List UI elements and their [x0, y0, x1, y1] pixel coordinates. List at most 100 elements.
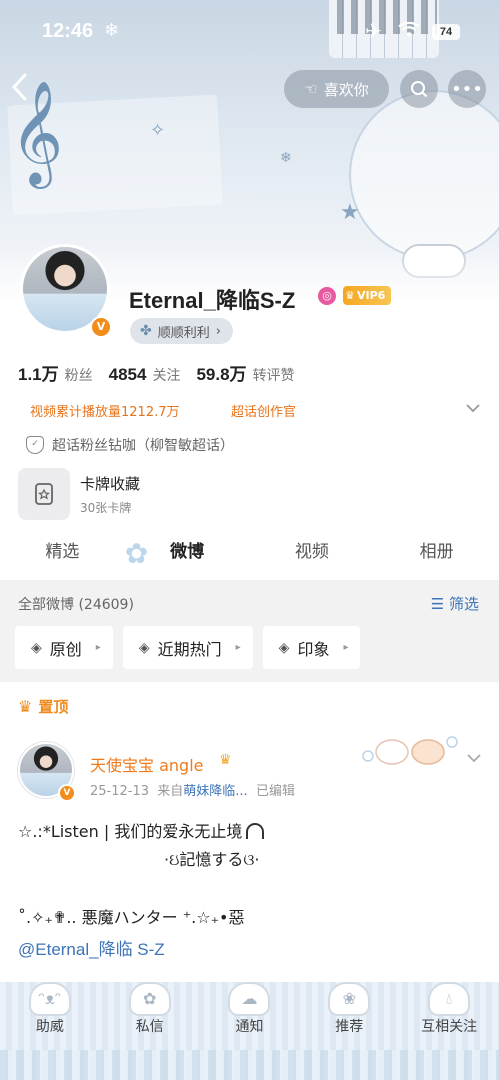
- verified-badge-icon: V: [90, 316, 112, 338]
- vip-badge[interactable]: VIP6: [343, 286, 391, 305]
- star-icon: ✧: [150, 120, 166, 141]
- more-dots-icon: •••: [451, 78, 483, 100]
- cheer-label: 助威: [35, 1019, 64, 1035]
- hand-icon: ☜: [304, 80, 318, 98]
- like-you-label: 喜欢你: [323, 80, 369, 99]
- star-icon: ★: [340, 200, 360, 225]
- cat-face-icon: ᵔᴥᵔ: [28, 982, 71, 1016]
- more-button[interactable]: •••: [448, 70, 486, 108]
- snowflake-icon: ❄: [104, 20, 120, 41]
- pinned-text: 置顶: [38, 698, 69, 716]
- post-author-avatar[interactable]: V: [18, 742, 76, 802]
- tab-album[interactable]: 相册: [374, 530, 499, 578]
- tab-label: 精选: [45, 542, 80, 562]
- video-plays-label[interactable]: 视频累计播放量1212.7万: [30, 401, 180, 420]
- chevron-down-icon: [466, 404, 480, 413]
- search-icon: [411, 81, 428, 98]
- post-author-name[interactable]: 天使宝宝 angle: [90, 752, 203, 776]
- post-date: 25-12-13: [90, 784, 150, 799]
- supertopic-fan-label: 超话粉丝钻咖（柳智敏超话）: [52, 438, 234, 454]
- status-time: 12:46: [42, 20, 94, 42]
- card-collection-title[interactable]: 卡牌收藏: [80, 473, 140, 494]
- chip-recent-hot[interactable]: ◈ 近期热门 ▸: [122, 626, 253, 669]
- notify-button[interactable]: ☁ 通知: [200, 982, 300, 1052]
- crown-icon: ♛: [18, 697, 33, 716]
- stat-interactions[interactable]: 59.8万 转评赞: [196, 360, 294, 385]
- recommend-button[interactable]: ❀ 推荐: [299, 982, 399, 1052]
- profile-username: Eternal_降临S-Z: [129, 288, 296, 313]
- wifi-icon: [398, 22, 420, 37]
- layers-icon: ◈: [278, 639, 290, 656]
- post-source-prefix: 来自: [157, 784, 184, 799]
- feed-list: ♛ 置顶 V 天使宝宝 angle ♛ 25-12-13 来自萌妹降临... 已…: [0, 682, 499, 982]
- stat-value: 4854: [108, 365, 147, 384]
- stat-followers[interactable]: 1.1万 粉丝: [18, 360, 93, 385]
- battery-indicator: 74: [432, 24, 460, 40]
- filter-chips: ◈ 原创 ▸ ◈ 近期热门 ▸ ◈ 印象 ▸: [15, 626, 361, 669]
- stat-value: 59.8万: [196, 365, 247, 384]
- tab-featured[interactable]: 精选: [0, 530, 125, 578]
- tab-label: 相册: [419, 542, 454, 562]
- user-badge-icon[interactable]: ◎: [318, 287, 336, 305]
- filter-icon: ☰: [430, 595, 445, 613]
- shield-icon: ✓: [26, 436, 44, 454]
- chip-impression[interactable]: ◈ 印象 ▸: [262, 626, 361, 669]
- caret-right-icon: ▸: [235, 642, 241, 653]
- caret-right-icon: ▸: [343, 642, 349, 653]
- status-pill-label: 顺顺利利: [157, 325, 210, 341]
- card-icon: [35, 483, 53, 505]
- post-mention-link[interactable]: @Eternal_降临 S-Z: [18, 935, 165, 960]
- chip-original[interactable]: ◈ 原创 ▸: [15, 626, 113, 669]
- tab-label: 微博: [170, 542, 205, 562]
- caret-right-icon: ▸: [95, 642, 101, 653]
- status-pill[interactable]: ✤ 顺顺利利 ›: [130, 318, 233, 344]
- post-count-label: 全部微博 (24609): [18, 597, 134, 613]
- pinned-label: ♛ 置顶: [18, 696, 68, 717]
- author-badge-icon: ♛: [219, 752, 232, 768]
- message-button[interactable]: ✿ 私信: [100, 982, 200, 1052]
- cloud-icon: ☁: [228, 982, 271, 1016]
- expand-info-button[interactable]: [465, 398, 481, 417]
- drop-icon: 💧︎: [428, 982, 471, 1016]
- post-source[interactable]: 萌妹降临...: [183, 784, 247, 799]
- profile-tabs: 精选 微博 视频 相册: [0, 530, 499, 578]
- stat-following[interactable]: 4854 关注: [109, 365, 181, 385]
- card-collection-icon[interactable]: [18, 468, 70, 520]
- post-options-button[interactable]: [466, 748, 482, 767]
- profile-avatar[interactable]: V: [20, 244, 112, 338]
- star-icon: ❄: [280, 150, 292, 166]
- status-bar: 12:46 ❄ ✈ 74: [0, 0, 499, 60]
- feed-filter-area: 全部微博 (24609) ☰ 筛选 ◈ 原创 ▸ ◈ 近期热门 ▸ ◈ 印象 ▸: [0, 580, 499, 682]
- post-text-line: ☆.:*Listen | 我们的爱永无止境: [18, 818, 265, 842]
- headphones-icon: [246, 823, 265, 839]
- like-you-button[interactable]: ☜ 喜欢你: [284, 70, 389, 108]
- tab-label: 视频: [294, 542, 329, 562]
- paw-icon: ❀: [328, 982, 371, 1016]
- chevron-left-icon: [11, 73, 27, 101]
- post-edited-label: 已编辑: [255, 784, 295, 799]
- chevron-down-icon: [467, 754, 481, 763]
- cheer-button[interactable]: ᵔᴥᵔ 助威: [0, 982, 100, 1052]
- profile-stats: 1.1万 粉丝 4854 关注 59.8万 转评赞: [18, 360, 295, 385]
- card-collection-count: 30张卡牌: [80, 501, 132, 515]
- tab-weibo[interactable]: 微博: [125, 530, 250, 578]
- notify-label: 通知: [235, 1019, 264, 1035]
- post-text-line: ·ઇ記憶するଓ·: [164, 850, 260, 869]
- mutual-follow-button[interactable]: 💧︎ 互相关注: [399, 982, 499, 1052]
- tab-video[interactable]: 视频: [250, 530, 375, 578]
- recommend-label: 推荐: [335, 1019, 364, 1035]
- layers-icon: ◈: [31, 639, 42, 656]
- layers-icon: ◈: [138, 639, 150, 656]
- chevron-right-icon: ›: [215, 323, 221, 339]
- back-button[interactable]: [10, 72, 40, 106]
- filter-label: 筛选: [448, 595, 479, 613]
- filter-button[interactable]: ☰ 筛选: [431, 593, 479, 614]
- chip-label: 印象: [297, 639, 330, 659]
- bottom-action-bar: ᵔᴥᵔ 助威 ✿ 私信 ☁ 通知 ❀ 推荐 💧︎ 互相关注: [0, 982, 499, 1080]
- supertopic-fan-row[interactable]: ✓ 超话粉丝钻咖（柳智敏超话）: [26, 435, 234, 455]
- search-button[interactable]: [400, 70, 438, 108]
- supertopic-role-label[interactable]: 超话创作官: [231, 401, 296, 420]
- airplane-icon: ✈: [365, 19, 382, 43]
- post-meta: 25-12-13 来自萌妹降临... 已编辑: [90, 780, 295, 799]
- flower-icon: ✿: [128, 982, 171, 1016]
